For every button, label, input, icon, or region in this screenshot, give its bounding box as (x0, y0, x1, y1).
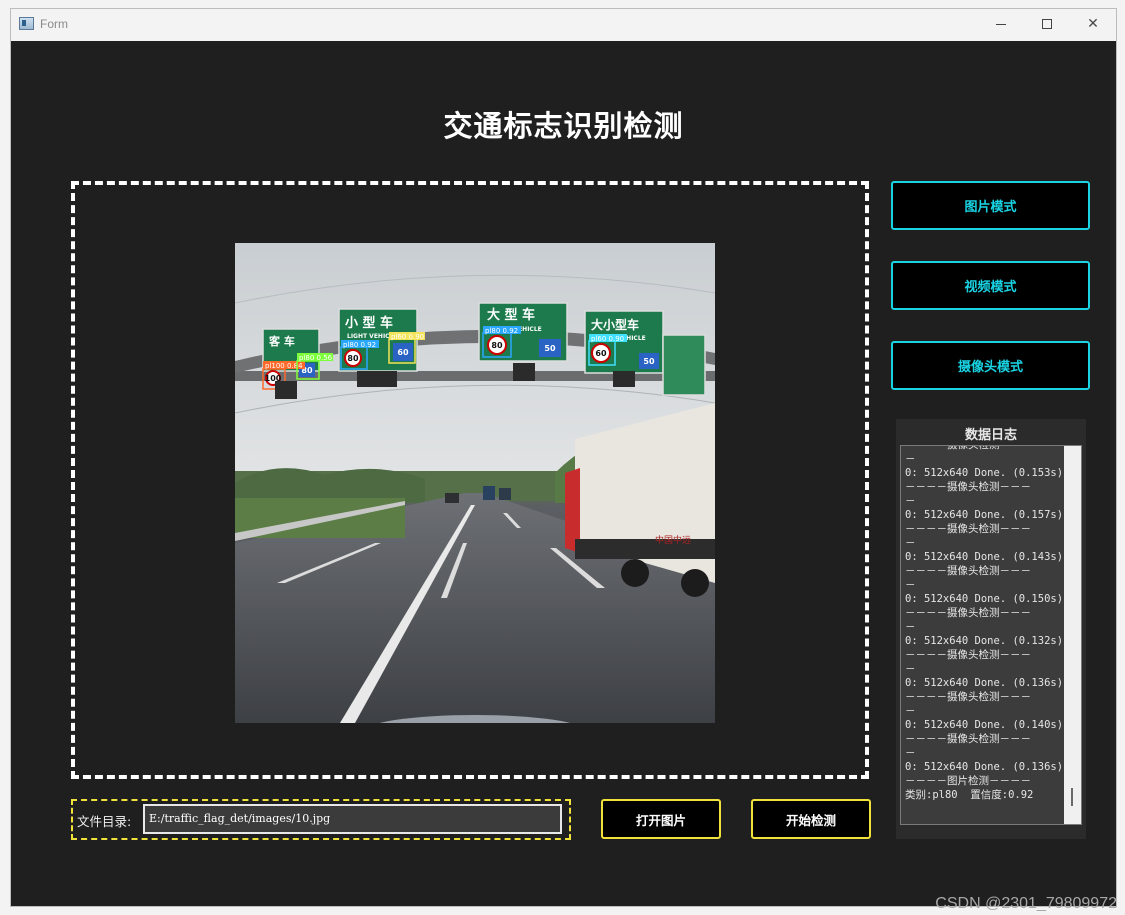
speed-plate-3: 80 (347, 354, 359, 363)
app-window: Form ✕ 交通标志识别检测 客 车 小 型 车 LIGHT VEHICLE … (10, 8, 1117, 907)
sign-text-4: 大小型车 (591, 317, 639, 332)
title-bar: Form ✕ (11, 9, 1116, 41)
detection-result-image: 客 车 小 型 车 LIGHT VEHICLE 大 型 车 HEAVY VEHI… (235, 243, 715, 723)
speed-plate-4: 60 (397, 348, 409, 357)
sign-text-1: 客 车 (268, 334, 295, 348)
image-display-frame: 客 车 小 型 车 LIGHT VEHICLE 大 型 车 HEAVY VEHI… (71, 181, 869, 779)
image-mode-button[interactable]: 图片模式 (891, 181, 1090, 230)
speed-plate-6: 50 (544, 344, 556, 353)
camera-mode-button[interactable]: 摄像头模式 (891, 341, 1090, 390)
maximize-icon (1042, 19, 1052, 29)
file-path-input[interactable]: E:/traffic_flag_det/images/10.jpg (143, 804, 562, 834)
detection-label-6: pl60 0.90 (591, 335, 624, 343)
speed-plate-7: 60 (595, 349, 607, 358)
page-title: 交通标志识别检测 (443, 109, 684, 143)
detection-label-4: pl60 0.90 (391, 333, 424, 341)
video-mode-button[interactable]: 视频模式 (891, 261, 1090, 310)
minimize-button[interactable] (978, 9, 1024, 39)
truck-text: 中国中远 (655, 534, 691, 546)
maximize-button[interactable] (1024, 9, 1070, 39)
start-detect-button[interactable]: 开始检测 (751, 799, 871, 839)
log-title: 数据日志 (964, 428, 1017, 443)
log-textarea[interactable]: －－－－摄像头检测－－－ － 0: 512x640 Done. (0.153s)… (900, 445, 1082, 825)
log-scroll-thumb[interactable] (1071, 788, 1073, 806)
file-path-label: 文件目录: (77, 814, 132, 829)
detection-label-5: pl80 0.92 (485, 327, 518, 335)
open-image-button[interactable]: 打开图片 (601, 799, 721, 839)
file-path-group: 文件目录: E:/traffic_flag_det/images/10.jpg (71, 799, 571, 840)
watermark: CSDN @2301_79809972 (935, 895, 1117, 912)
detection-label-2: pl80 0.56 (299, 354, 333, 362)
window-title: Form (40, 17, 68, 31)
log-content: －－－－摄像头检测－－－ － 0: 512x640 Done. (0.153s)… (905, 445, 1064, 801)
speed-plate-5: 80 (491, 341, 503, 350)
sign-text-3: 大 型 车 (487, 307, 535, 323)
minimize-icon (996, 23, 1006, 25)
data-log-panel: 数据日志 －－－－摄像头检测－－－ － 0: 512x640 Done. (0.… (896, 419, 1086, 839)
close-button[interactable]: ✕ (1070, 9, 1116, 39)
sign-text-2: 小 型 车 (345, 315, 393, 331)
speed-plate-8: 50 (643, 357, 655, 366)
log-scrollbar[interactable] (1064, 446, 1081, 824)
close-icon: ✕ (1087, 16, 1099, 32)
road-scene-illustration: 客 车 小 型 车 LIGHT VEHICLE 大 型 车 HEAVY VEHI… (235, 243, 715, 723)
detection-label-3: pl80 0.92 (343, 341, 376, 349)
main-content: 交通标志识别检测 客 车 小 型 车 LIGHT VEHICLE 大 型 车 V… (11, 41, 1116, 906)
app-icon (19, 17, 34, 30)
